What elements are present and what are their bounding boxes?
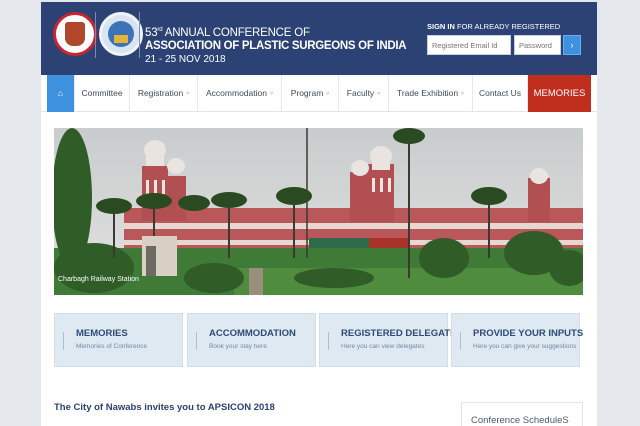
card-title: PROVIDE YOUR INPUTS: [473, 328, 584, 339]
card-accommodation[interactable]: ACCOMMODATION Book your stay here: [187, 313, 316, 367]
card-subtitle: Here you can give your suggestions: [473, 343, 577, 350]
hero-caption: Charbagh Railway Station: [58, 276, 139, 283]
welcome-heading: The City of Nawabs invites you to APSICO…: [54, 402, 275, 413]
divider: [460, 332, 461, 350]
apsi-logo[interactable]: [53, 12, 97, 56]
page: 53rd ANNUAL CONFERENCE OF ASSOCIATION OF…: [41, 2, 597, 426]
nav-memories[interactable]: MEMORIES: [528, 75, 591, 112]
nav-home[interactable]: ⌂: [47, 75, 75, 112]
card-subtitle: Book your stay here: [209, 343, 267, 350]
card-title: MEMORIES: [76, 328, 128, 339]
card-title: REGISTERED DELEGATE: [341, 328, 457, 339]
nav-contact-us[interactable]: Contact Us: [473, 75, 528, 112]
conference-title-line2: ASSOCIATION OF PLASTIC SURGEONS OF INDIA: [145, 40, 407, 52]
card-title: ACCOMMODATION: [209, 328, 296, 339]
password-input[interactable]: [514, 35, 561, 55]
nav-label: MEMORIES: [533, 88, 586, 99]
chevron-down-icon: ▿: [461, 91, 465, 97]
site-header: 53rd ANNUAL CONFERENCE OF ASSOCIATION OF…: [41, 2, 597, 75]
nav-faculty[interactable]: Faculty ▿: [339, 75, 389, 112]
nav-committee[interactable]: Committee: [75, 75, 130, 112]
nav-label: Accommodation: [206, 88, 267, 98]
nav-label: Faculty: [346, 88, 375, 98]
divider: [196, 332, 197, 350]
nav-label: Trade Exhibition: [396, 88, 459, 98]
card-registered-delegate[interactable]: REGISTERED DELEGATE Here you can view de…: [319, 313, 456, 367]
signin-label: SIGN IN FOR ALREADY REGISTERED: [427, 22, 561, 31]
nav-program[interactable]: Program ▿: [282, 75, 339, 112]
conference-title-line1: 53rd ANNUAL CONFERENCE OF: [145, 27, 310, 39]
signin-button[interactable]: ›: [563, 35, 581, 55]
arrow-right-icon: ›: [570, 40, 574, 50]
nav-label: Registration: [137, 88, 184, 98]
card-provide-inputs[interactable]: PROVIDE YOUR INPUTS Here you can give yo…: [451, 313, 584, 367]
card-subtitle: Memories of Conference: [76, 343, 148, 350]
divider: [328, 332, 329, 350]
schedule-panel: Conference ScheduleS: [461, 402, 583, 426]
chevron-down-icon: ▿: [269, 91, 273, 97]
nav-label: Committee: [81, 88, 123, 98]
chevron-down-icon: ▿: [186, 91, 190, 97]
chevron-down-icon: ▿: [377, 91, 381, 97]
nav-label: Contact Us: [478, 88, 522, 98]
chevron-down-icon: ▿: [326, 91, 330, 97]
conference-dates: 21 - 25 NOV 2018: [145, 54, 226, 65]
schedule-heading[interactable]: Conference ScheduleS: [471, 415, 569, 426]
divider: [95, 12, 96, 58]
nav-label: Program: [290, 88, 324, 98]
nav-trade-exhibition[interactable]: Trade Exhibition ▿: [389, 75, 473, 112]
nav-registration[interactable]: Registration ▿: [130, 75, 198, 112]
email-input[interactable]: [427, 35, 511, 55]
divider: [63, 332, 64, 350]
railway-station-photo: [54, 128, 583, 295]
card-memories[interactable]: MEMORIES Memories of Conference: [54, 313, 183, 367]
divider: [139, 12, 140, 58]
main-nav: ⌂ Committee Registration ▿ Accommodation ▿…: [41, 75, 597, 112]
conference-logo[interactable]: [99, 12, 143, 56]
home-icon: ⌂: [57, 88, 64, 98]
card-subtitle: Here you can view delegates: [341, 343, 425, 350]
hero-banner: Charbagh Railway Station: [54, 128, 583, 295]
nav-accommodation[interactable]: Accommodation ▿: [198, 75, 282, 112]
